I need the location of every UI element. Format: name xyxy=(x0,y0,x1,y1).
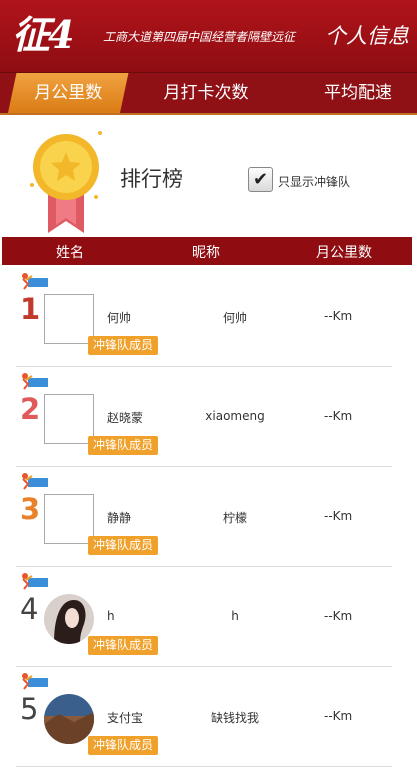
avatar xyxy=(44,694,94,744)
header-subtitle: 工商大道第四届中国经营者隔壁远征 xyxy=(103,30,296,44)
rank-number: 1 xyxy=(20,292,41,326)
vanguard-badge: 冲锋队成员 xyxy=(88,636,158,655)
column-name: 姓名 xyxy=(56,245,84,261)
checkbox-only-vanguard[interactable]: ✔ xyxy=(248,167,273,192)
member-km: --Km xyxy=(324,409,353,423)
runner-flag-icon xyxy=(22,673,48,690)
member-nickname: 何帅 xyxy=(222,311,247,325)
ranking-title: 排行榜 xyxy=(120,167,183,191)
vanguard-badge: 冲锋队成员 xyxy=(88,436,158,455)
column-nickname: 昵称 xyxy=(192,245,220,261)
app-header: 征4 工商大道第四届中国经营者隔壁远征 个人信息 xyxy=(0,0,417,72)
table-row[interactable]: 2 冲锋队成员 赵晓蒙 xiaomeng --Km xyxy=(16,366,392,467)
member-name: h xyxy=(107,609,115,623)
rank-number: 3 xyxy=(20,492,41,526)
avatar xyxy=(44,494,94,544)
table-row[interactable]: 4 冲锋队成员 h h --Km xyxy=(16,566,392,667)
table-row[interactable]: 1 冲锋队成员 何帅 何帅 --Km xyxy=(16,266,392,367)
column-monthly-km: 月公里数 xyxy=(316,245,372,261)
member-nickname: h xyxy=(231,609,239,623)
member-km: --Km xyxy=(324,709,353,723)
runner-flag-icon xyxy=(22,473,48,490)
rank-number: 2 xyxy=(20,392,41,426)
runner-flag-icon xyxy=(22,273,48,290)
avatar xyxy=(44,594,94,644)
vanguard-badge: 冲锋队成员 xyxy=(88,536,158,555)
tab-bar: 月公里数 月打卡次数 平均配速 xyxy=(0,72,417,115)
member-nickname: 柠檬 xyxy=(222,511,247,525)
avatar xyxy=(44,394,94,444)
vanguard-badge: 冲锋队成员 xyxy=(88,336,158,355)
member-nickname: xiaomeng xyxy=(205,409,265,423)
member-name: 支付宝 xyxy=(107,711,144,725)
vanguard-badge: 冲锋队成员 xyxy=(88,736,158,755)
tab-monthly-checkins[interactable]: 月打卡次数 xyxy=(146,73,266,115)
member-nickname: 缺钱找我 xyxy=(210,711,259,725)
profile-link[interactable]: 个人信息 xyxy=(325,20,409,50)
checkbox-label: 只显示冲锋队 xyxy=(278,175,351,189)
rank-number: 4 xyxy=(20,592,39,626)
avatar xyxy=(44,294,94,344)
table-row[interactable]: 5 冲锋队成员 支付宝 缺钱找我 --Km xyxy=(16,666,392,767)
member-name: 静静 xyxy=(107,511,132,525)
member-name: 赵晓蒙 xyxy=(107,411,144,425)
tab-average-pace[interactable]: 平均配速 xyxy=(298,73,417,115)
runner-flag-icon xyxy=(22,573,48,590)
tab-monthly-km[interactable]: 月公里数 xyxy=(7,73,129,115)
table-header: 姓名 昵称 月公里数 xyxy=(2,237,412,265)
table-row[interactable]: 3 冲锋队成员 静静 柠檬 --Km xyxy=(16,466,392,567)
app-logo: 征4 xyxy=(12,12,74,57)
member-km: --Km xyxy=(324,609,353,623)
member-name: 何帅 xyxy=(107,311,132,325)
medal-icon xyxy=(30,131,102,233)
rank-number: 5 xyxy=(20,692,39,726)
member-km: --Km xyxy=(324,309,353,323)
runner-flag-icon xyxy=(22,373,48,390)
member-km: --Km xyxy=(324,509,353,523)
ranking-header: 排行榜 ✔ 只显示冲锋队 xyxy=(0,115,417,237)
